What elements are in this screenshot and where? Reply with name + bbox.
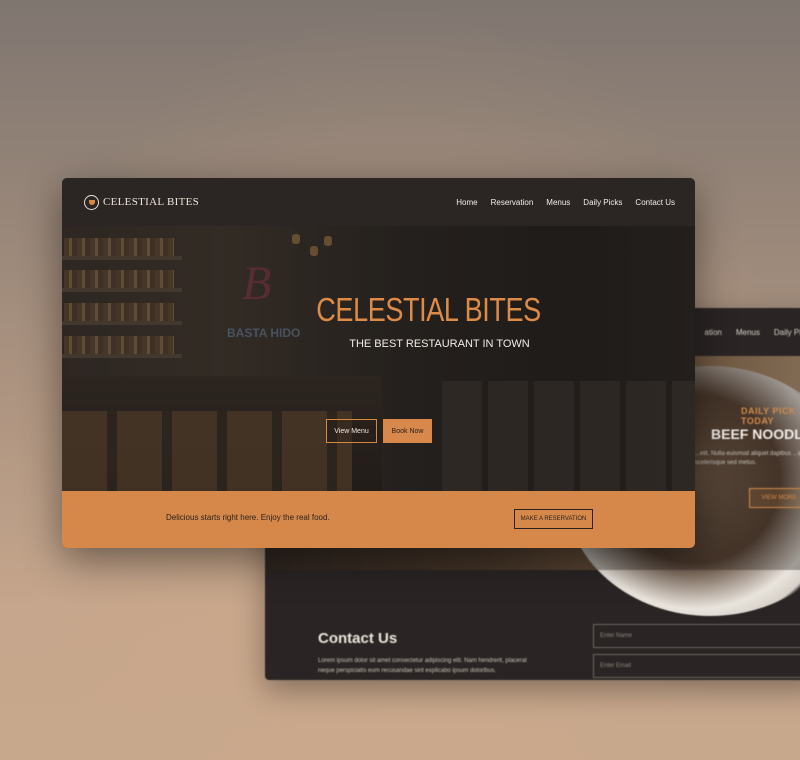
- hero-title: CELESTIAL BITES: [316, 291, 541, 328]
- main-nav: Home Reservation Menus Daily Picks Conta…: [456, 198, 675, 207]
- back-nav-item: ation: [704, 327, 722, 337]
- hero-section: B BASTA HIDO CELESTIAL BITES THE BEST RE…: [62, 226, 695, 491]
- book-now-button[interactable]: Book Now: [383, 419, 432, 443]
- back-nav-item: Menus: [735, 327, 760, 337]
- view-more-button: VIEW MORE: [749, 488, 800, 508]
- name-field: Enter Name: [593, 624, 800, 648]
- contact-title: Contact Us: [318, 630, 398, 647]
- main-page-preview: CELESTIAL BITES Home Reservation Menus D…: [62, 178, 695, 548]
- dish-name: BEEF NOODLES: [711, 426, 800, 442]
- cta-text: Delicious starts right here. Enjoy the r…: [166, 513, 330, 522]
- back-nav-item: Daily Picks: [773, 327, 800, 337]
- make-reservation-button[interactable]: MAKE A RESERVATION: [514, 509, 593, 529]
- bowl-logo-icon: [84, 194, 99, 210]
- logo-text: CELESTIAL BITES: [103, 196, 200, 208]
- hero-subtitle: THE BEST RESTAURANT IN TOWN: [349, 338, 530, 350]
- nav-home[interactable]: Home: [456, 198, 477, 207]
- nav-menus[interactable]: Menus: [546, 198, 570, 207]
- nav-contact-us[interactable]: Contact Us: [635, 198, 675, 207]
- view-menu-button[interactable]: View Menu: [326, 419, 377, 443]
- dish-description: ...elit. Nulla euismod aliquet dapibus .…: [695, 451, 800, 466]
- daily-pick-tag: DAILY PICK TODAY: [741, 406, 797, 426]
- logo[interactable]: CELESTIAL BITES: [84, 194, 200, 210]
- contact-text: Lorem ipsum dolor sit amet consectetur a…: [318, 658, 527, 674]
- site-header: CELESTIAL BITES Home Reservation Menus D…: [62, 178, 695, 226]
- nav-reservation[interactable]: Reservation: [491, 198, 534, 207]
- email-field: Enter Email: [593, 654, 800, 678]
- cta-banner: Delicious starts right here. Enjoy the r…: [62, 491, 695, 548]
- nav-daily-picks[interactable]: Daily Picks: [583, 198, 622, 207]
